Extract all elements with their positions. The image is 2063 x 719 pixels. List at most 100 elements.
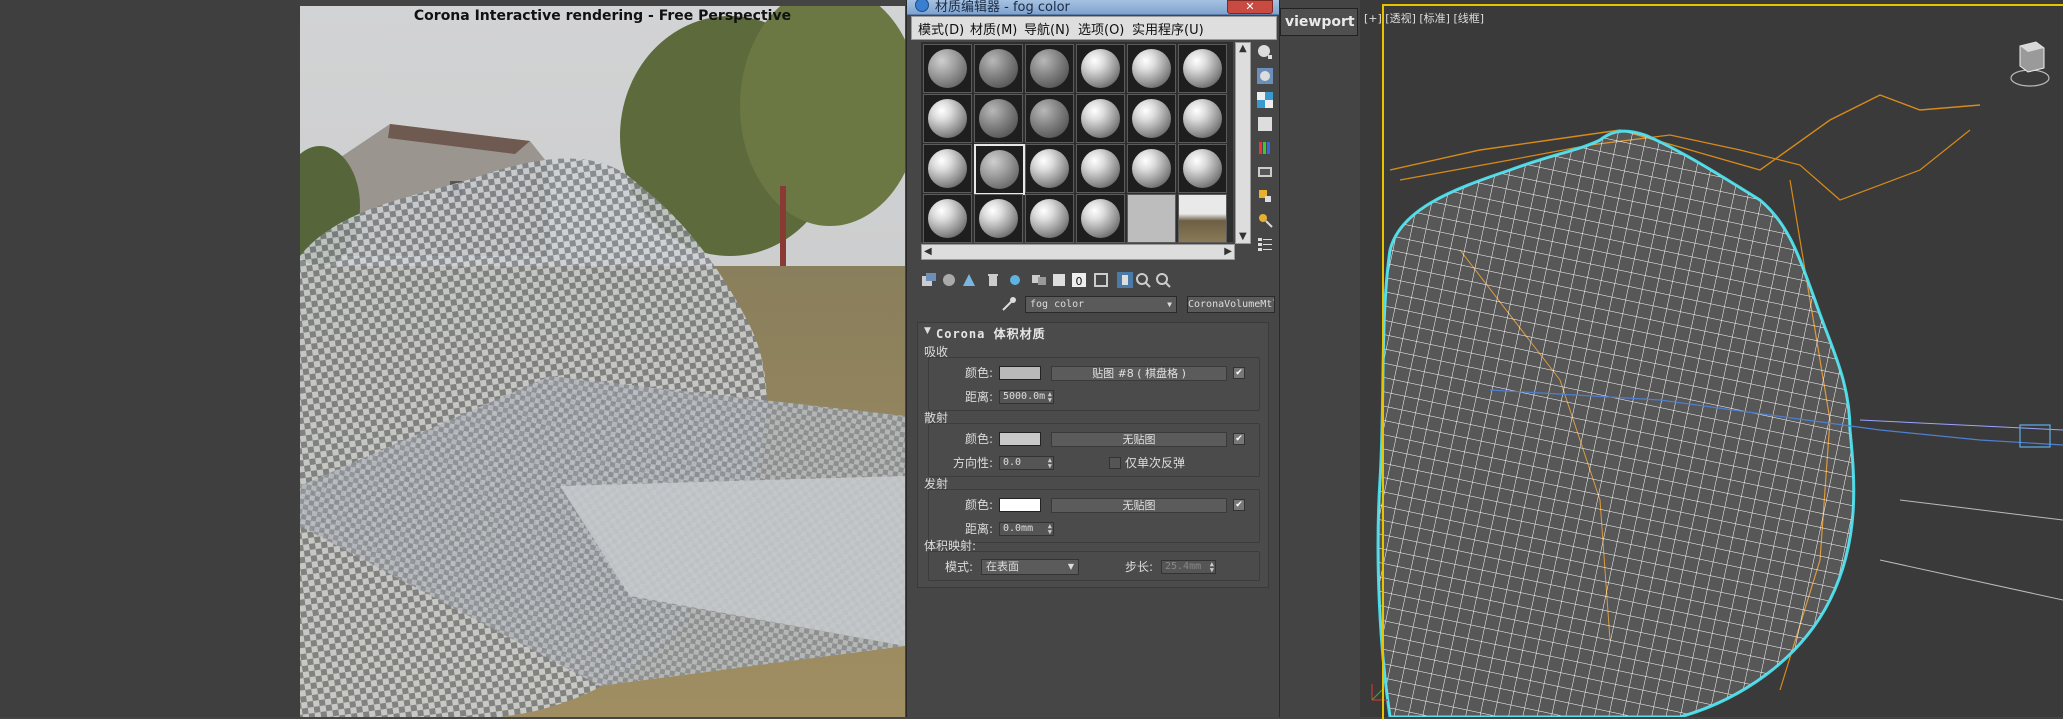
material-slot[interactable] <box>974 194 1023 243</box>
scroll-up-icon[interactable]: ▲ <box>1239 43 1247 55</box>
active-viewport-border <box>1382 4 2063 719</box>
make-preview-icon[interactable] <box>1257 164 1273 180</box>
material-slot[interactable] <box>1178 194 1227 243</box>
absorption-group: 颜色: 贴图 #8 ( 棋盘格 ) ✔ 距离: 5000.0m ▲ ▼ <box>928 357 1260 411</box>
scroll-down-icon[interactable]: ▼ <box>1239 231 1247 243</box>
viewcube-icon[interactable] <box>2010 38 2050 90</box>
single-bounce-checkbox[interactable] <box>1109 457 1121 469</box>
material-slot[interactable] <box>1178 94 1227 143</box>
material-slot[interactable] <box>974 44 1023 93</box>
directionality-spinner[interactable]: 0.0 ▲ ▼ <box>999 456 1054 470</box>
rollout-header[interactable]: ▼ Corona 体积材质 <box>918 323 1268 341</box>
material-slot[interactable] <box>1127 44 1176 93</box>
delete-icon[interactable] <box>985 272 1001 288</box>
go-forward-to-sibling-icon[interactable] <box>1155 272 1171 288</box>
backlight-icon[interactable] <box>1257 68 1273 84</box>
material-slot[interactable] <box>1178 144 1227 193</box>
show-shaded-material-icon[interactable] <box>1093 272 1109 288</box>
directionality-label: 方向性: <box>952 456 993 470</box>
absorption-distance-value: 5000.0m <box>1003 391 1046 402</box>
material-slot[interactable] <box>1076 94 1125 143</box>
material-slot[interactable] <box>1025 194 1074 243</box>
material-slot[interactable] <box>923 194 972 243</box>
select-by-material-icon[interactable] <box>1257 212 1273 228</box>
emission-distance-label: 距离: <box>964 522 993 536</box>
slots-vertical-scrollbar[interactable]: ▲ ▼ <box>1235 42 1251 244</box>
material-editor-menubar: 模式(D) 材质(M) 导航(N) 选项(O) 实用程序(U) <box>911 16 1277 40</box>
material-slot[interactable] <box>1025 94 1074 143</box>
menu-navigation[interactable]: 导航(N) <box>1024 19 1070 38</box>
material-slot[interactable] <box>1076 144 1125 193</box>
menu-mode[interactable]: 模式(D) <box>918 19 964 38</box>
emission-distance-spinner[interactable]: 0.0mm ▲ ▼ <box>999 522 1054 536</box>
sphere-preview-icon <box>1030 99 1069 138</box>
material-name-field[interactable]: fog color ▼ <box>1025 296 1177 313</box>
copy-material-icon[interactable] <box>1031 272 1047 288</box>
material-slot[interactable] <box>1025 44 1074 93</box>
sphere-preview-icon <box>1081 199 1120 238</box>
video-color-check-icon[interactable] <box>1257 140 1273 156</box>
material-slot[interactable] <box>1127 94 1176 143</box>
corona-render-frame[interactable]: Corona Interactive rendering - Free Pers… <box>300 6 905 717</box>
put-to-library-icon[interactable] <box>1051 272 1067 288</box>
sphere-preview-icon <box>1030 49 1069 88</box>
make-unique-icon[interactable] <box>1007 272 1023 288</box>
emission-map-checkbox[interactable]: ✔ <box>1233 499 1245 511</box>
material-slot[interactable] <box>1178 44 1227 93</box>
material-slot[interactable] <box>923 144 972 193</box>
slots-horizontal-scrollbar[interactable]: ◀ ▶ <box>921 244 1235 260</box>
menu-utilities[interactable]: 实用程序(U) <box>1132 19 1204 38</box>
absorption-color-swatch[interactable] <box>999 366 1041 380</box>
options-icon[interactable] <box>1257 188 1273 204</box>
sphere-preview-icon <box>928 99 967 138</box>
material-map-navigator-icon[interactable] <box>1257 236 1273 252</box>
material-editor-titlebar[interactable]: 材质编辑器 - fog color ✕ <box>907 0 1279 15</box>
go-to-parent-icon[interactable] <box>1135 272 1151 288</box>
background-checker-icon[interactable] <box>1257 92 1273 108</box>
scattering-color-swatch[interactable] <box>999 432 1041 446</box>
step-label: 步长: <box>1124 560 1153 574</box>
sphere-preview-icon <box>1132 49 1171 88</box>
app-icon <box>915 0 929 12</box>
material-slot[interactable] <box>923 94 972 143</box>
svg-text:0: 0 <box>1076 275 1083 288</box>
material-editor-window[interactable]: 材质编辑器 - fog color ✕ 模式(D) 材质(M) 导航(N) 选项… <box>906 0 1280 717</box>
absorption-map-checkbox[interactable]: ✔ <box>1233 367 1245 379</box>
material-slot[interactable] <box>1127 144 1176 193</box>
close-button[interactable]: ✕ <box>1227 0 1273 14</box>
viewport-label[interactable]: [+] [透视] [标准] [线框] <box>1364 10 1484 26</box>
emission-map-button[interactable]: 无贴图 <box>1051 498 1227 513</box>
mapping-mode-dropdown[interactable]: 在表面 ▼ <box>981 559 1079 575</box>
absorption-distance-spinner[interactable]: 5000.0m ▲ ▼ <box>999 390 1054 404</box>
scroll-left-icon[interactable]: ◀ <box>924 246 932 258</box>
show-end-result-icon[interactable] <box>1117 272 1133 288</box>
scattering-map-button[interactable]: 无贴图 <box>1051 432 1227 447</box>
material-id-channel-icon[interactable]: 0 <box>1071 272 1087 288</box>
get-material-icon[interactable] <box>921 272 937 288</box>
material-type-button[interactable]: CoronaVolumeMtl <box>1187 296 1275 313</box>
emission-group: 颜色: 无贴图 ✔ 距离: 0.0mm ▲ ▼ <box>928 489 1260 543</box>
sample-uv-icon[interactable] <box>1257 116 1273 132</box>
scattering-map-checkbox[interactable]: ✔ <box>1233 433 1245 445</box>
scroll-right-icon[interactable]: ▶ <box>1224 246 1232 258</box>
material-slot[interactable] <box>1076 194 1125 243</box>
material-slot[interactable] <box>923 44 972 93</box>
material-slot[interactable] <box>974 94 1023 143</box>
material-slot[interactable] <box>1076 44 1125 93</box>
material-slot[interactable] <box>1127 194 1176 243</box>
material-slot[interactable] <box>1025 144 1074 193</box>
sphere-preview-icon <box>979 199 1018 238</box>
put-to-scene-icon[interactable] <box>941 272 957 288</box>
sample-type-icon[interactable] <box>1257 44 1273 60</box>
step-spinner[interactable]: 25.4mm ▲ ▼ <box>1161 560 1216 574</box>
menu-material[interactable]: 材质(M) <box>970 19 1017 38</box>
material-editor-title: 材质编辑器 - fog color <box>935 0 1070 15</box>
material-slot-selected[interactable] <box>974 144 1025 195</box>
absorption-map-button[interactable]: 贴图 #8 ( 棋盘格 ) <box>1051 366 1227 381</box>
assign-to-selection-icon[interactable] <box>961 272 977 288</box>
eyedropper-icon[interactable] <box>1001 296 1017 312</box>
perspective-viewport[interactable]: [+] [透视] [标准] [线框] <box>1360 0 2063 719</box>
menu-options[interactable]: 选项(O) <box>1078 19 1124 38</box>
emission-color-swatch[interactable] <box>999 498 1041 512</box>
viewport-button[interactable]: viewport <box>1280 8 1358 36</box>
